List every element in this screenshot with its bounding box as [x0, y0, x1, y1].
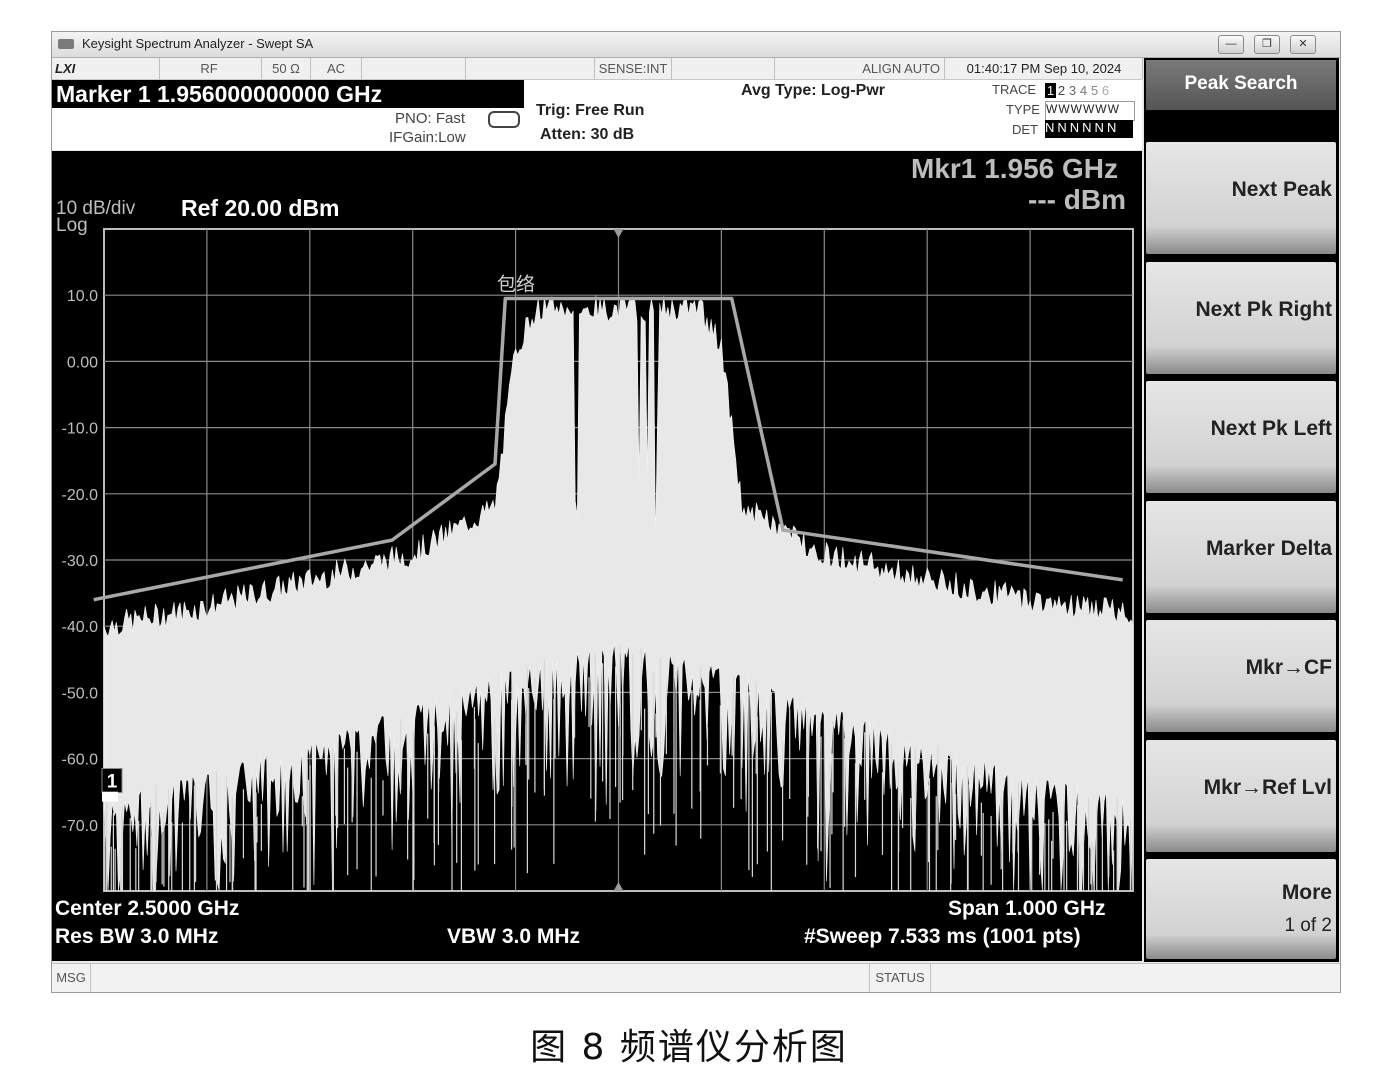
status-row: LXI RF 50 Ω AC SENSE:INT ALIGN AUTO 01:4…: [52, 58, 1143, 80]
center-freq-label: Center 2.5000 GHz: [55, 897, 240, 920]
next-peak-button[interactable]: Next Peak: [1146, 142, 1336, 254]
restore-button[interactable]: ❐: [1254, 35, 1280, 54]
message-bar: MSG STATUS: [52, 963, 1340, 992]
sweep-loop-icon: [488, 111, 520, 128]
y-tick-label: -30.0: [62, 553, 99, 570]
log-label: Log: [56, 215, 88, 236]
marker-value-readout: --- dBm: [1028, 184, 1126, 215]
ref-level-label: Ref 20.00 dBm: [181, 195, 340, 221]
more-page-label: 1 of 2: [1284, 915, 1332, 936]
minimize-button[interactable]: —: [1218, 35, 1244, 54]
y-tick-label: -60.0: [62, 752, 99, 769]
trace-3[interactable]: 3: [1067, 83, 1078, 98]
trace-6[interactable]: 6: [1100, 83, 1111, 98]
y-tick-label: -40.0: [62, 619, 99, 636]
y-tick-label: 10.0: [67, 288, 98, 305]
mkr-to-ref-lvl-label: Mkr→Ref Lvl: [1203, 776, 1332, 799]
figure-caption: 图 8 频谱仪分析图: [530, 1027, 848, 1068]
marker-delta-label: Marker Delta: [1205, 537, 1332, 560]
analyzer-window: Keysight Spectrum Analyzer - Swept SA — …: [51, 31, 1341, 993]
status-cell-empty-3: [672, 58, 775, 79]
info-header: Marker 1 1.956000000000 GHz PNO: Fast IF…: [52, 80, 1142, 150]
spectrum-display: 10.0 0.00 -10.0 -20.0 -30.0 -40.0 -50.0 -60.0 -7…: [52, 151, 1142, 961]
y-tick-label: -10.0: [62, 421, 99, 438]
mkr-to-cf-label: Mkr→CF: [1245, 656, 1332, 679]
trig-label: Trig: Free Run: [536, 102, 645, 119]
marker-readout-box: Marker 1 1.956000000000 GHz: [52, 80, 524, 108]
marker-1-diamond: [102, 791, 118, 802]
msg-label: MSG: [52, 964, 91, 992]
envelope-label: 包络: [497, 274, 535, 296]
trace-label: TRACE: [992, 82, 1037, 97]
status-cell-empty-1: [362, 58, 466, 79]
trace-selector[interactable]: 123456: [1045, 82, 1111, 100]
span-label: Span 1.000 GHz: [948, 897, 1106, 920]
marker-delta-button[interactable]: Marker Delta: [1146, 501, 1336, 613]
marker-freq-readout: Mkr1 1.956 GHz: [911, 153, 1118, 184]
y-tick-label: -50.0: [62, 685, 99, 702]
sweep-label: #Sweep 7.533 ms (1001 pts): [804, 925, 1081, 948]
datetime-label: 01:40:17 PM Sep 10, 2024: [946, 58, 1143, 79]
app-icon: [58, 39, 74, 49]
y-tick-label: 0.00: [67, 354, 98, 371]
atten-label: Atten: 30 dB: [540, 126, 635, 143]
next-pk-left-label: Next Pk Left: [1210, 417, 1332, 440]
y-tick-label: -70.0: [62, 818, 99, 835]
trace-2[interactable]: 2: [1056, 83, 1067, 98]
y-tick-label: -20.0: [62, 487, 99, 504]
trace-4[interactable]: 4: [1078, 83, 1089, 98]
close-button[interactable]: ✕: [1290, 35, 1316, 54]
trace-1[interactable]: 1: [1045, 83, 1056, 98]
marker-1-label: 1: [107, 772, 118, 793]
trace-det-values: NNNNNN: [1045, 120, 1133, 138]
mkr-to-cf-button[interactable]: Mkr→CF: [1146, 620, 1336, 732]
rf-label: RF: [157, 58, 262, 79]
avg-type-label: Avg Type: Log-Pwr: [741, 82, 885, 99]
trace-5[interactable]: 5: [1089, 83, 1100, 98]
next-pk-right-button[interactable]: Next Pk Right: [1146, 262, 1336, 374]
trace-type-values: WWWWWW: [1045, 101, 1135, 121]
ifgain-label: IFGain:Low: [389, 129, 466, 146]
spectrum-plot[interactable]: 10.0 0.00 -10.0 -20.0 -30.0 -40.0 -50.0 -60.0 -7…: [52, 151, 1142, 961]
status-cell-empty-2: [466, 58, 595, 79]
next-pk-left-button[interactable]: Next Pk Left: [1146, 381, 1336, 493]
res-bw-label: Res BW 3.0 MHz: [55, 925, 219, 948]
type-label: TYPE: [1006, 102, 1040, 117]
softkey-panel: Peak Search Next Peak Next Pk Right Next…: [1144, 58, 1339, 962]
status-label: STATUS: [869, 964, 931, 992]
next-pk-right-label: Next Pk Right: [1195, 298, 1332, 321]
softkey-menu-title: Peak Search: [1146, 60, 1336, 110]
more-button[interactable]: More 1 of 2: [1146, 859, 1336, 959]
det-label: DET: [1012, 122, 1038, 137]
sense-label: SENSE:INT: [595, 58, 672, 79]
coupling-label: AC: [311, 58, 362, 79]
align-label: ALIGN AUTO: [775, 58, 945, 79]
pno-label: PNO: Fast: [395, 110, 466, 127]
vbw-label: VBW 3.0 MHz: [447, 925, 581, 948]
window-title: Keysight Spectrum Analyzer - Swept SA: [82, 36, 314, 51]
lxi-icon: LXI: [52, 58, 160, 79]
mkr-to-ref-lvl-button[interactable]: Mkr→Ref Lvl: [1146, 740, 1336, 852]
impedance-label: 50 Ω: [262, 58, 311, 79]
next-peak-label: Next Peak: [1231, 178, 1332, 201]
title-bar: Keysight Spectrum Analyzer - Swept SA — …: [52, 32, 1340, 58]
more-label: More: [1281, 881, 1332, 904]
